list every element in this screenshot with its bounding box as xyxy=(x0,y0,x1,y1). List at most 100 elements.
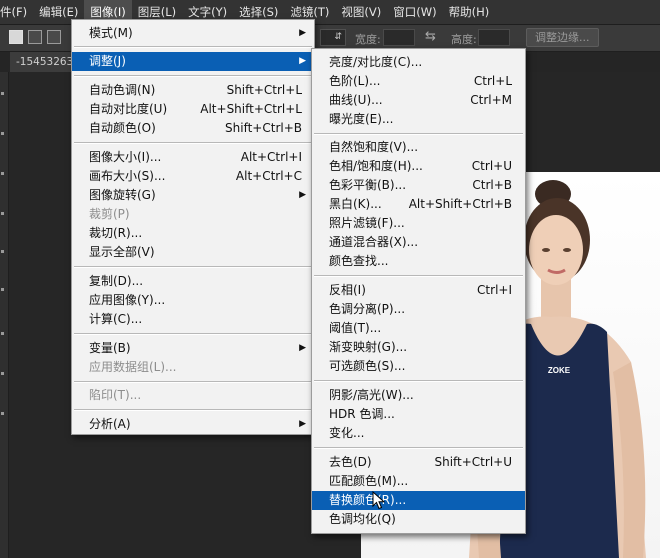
adjust-photo-filter[interactable]: 照片滤镜(F)... xyxy=(312,214,525,233)
menu-item-label: HDR 色调... xyxy=(329,407,395,421)
adjust-threshold[interactable]: 阈值(T)... xyxy=(312,319,525,338)
image-menu-apply-image[interactable]: 应用图像(Y)... xyxy=(72,291,314,310)
menu-item-label: 照片滤镜(F)... xyxy=(329,216,405,230)
adjustments-submenu: 亮度/对比度(C)... 色阶(L)... Ctrl+L 曲线(U)... Ct… xyxy=(311,48,526,534)
image-menu-adjustments[interactable]: 调整(J) ▶ xyxy=(72,52,314,71)
menu-item-label: 图像旋转(G) xyxy=(89,188,156,202)
separator xyxy=(314,133,523,135)
image-menu-mode[interactable]: 模式(M) ▶ xyxy=(72,24,314,43)
adjust-replace-color[interactable]: 替换颜色(R)... xyxy=(312,491,525,510)
menu-item-label: 色相/饱和度(H)... xyxy=(329,159,423,173)
shortcut: Shift+Ctrl+L xyxy=(226,83,302,97)
shortcut: Ctrl+B xyxy=(472,178,512,192)
image-menu-calculations[interactable]: 计算(C)... xyxy=(72,310,314,329)
adjust-color-lookup[interactable]: 颜色查找... xyxy=(312,252,525,271)
menu-item-label: 可选颜色(S)... xyxy=(329,359,406,373)
separator xyxy=(74,142,312,144)
document-tab[interactable]: -154532637 xyxy=(10,52,80,72)
adjust-levels[interactable]: 色阶(L)... Ctrl+L xyxy=(312,72,525,91)
adjust-desaturate[interactable]: 去色(D) Shift+Ctrl+U xyxy=(312,453,525,472)
new-selection-icon[interactable] xyxy=(9,30,23,44)
shortcut: Ctrl+U xyxy=(471,159,512,173)
add-selection-icon[interactable] xyxy=(28,30,42,44)
refine-edge-button[interactable]: 调整边缘... xyxy=(526,28,599,47)
adjust-channel-mixer[interactable]: 通道混合器(X)... xyxy=(312,233,525,252)
subtract-selection-icon[interactable] xyxy=(47,30,61,44)
menu-item-label: 图像大小(I)... xyxy=(89,150,162,164)
width-field[interactable] xyxy=(383,29,415,46)
image-menu-duplicate[interactable]: 复制(D)... xyxy=(72,272,314,291)
menu-item-label: 自动颜色(O) xyxy=(89,121,156,135)
width-label: 宽度: xyxy=(355,33,381,46)
menu-window[interactable]: 窗口(W) xyxy=(387,0,442,24)
height-field[interactable] xyxy=(478,29,510,46)
menu-item-label: 陷印(T)... xyxy=(89,388,142,402)
adjust-invert[interactable]: 反相(I) Ctrl+I xyxy=(312,281,525,300)
image-menu-analysis[interactable]: 分析(A) ▶ xyxy=(72,415,314,434)
image-menu-image-size[interactable]: 图像大小(I)... Alt+Ctrl+I xyxy=(72,148,314,167)
adjust-selective-color[interactable]: 可选颜色(S)... xyxy=(312,357,525,376)
menu-item-label: 亮度/对比度(C)... xyxy=(329,55,423,69)
image-menu-canvas-size[interactable]: 画布大小(S)... Alt+Ctrl+C xyxy=(72,167,314,186)
separator xyxy=(314,275,523,277)
image-menu-variables[interactable]: 变量(B) ▶ xyxy=(72,339,314,358)
menu-item-label: 阈值(T)... xyxy=(329,321,382,335)
adjust-brightness-contrast[interactable]: 亮度/对比度(C)... xyxy=(312,53,525,72)
adjust-match-color[interactable]: 匹配颜色(M)... xyxy=(312,472,525,491)
image-menu-auto-color[interactable]: 自动颜色(O) Shift+Ctrl+B xyxy=(72,119,314,138)
adjust-hue-saturation[interactable]: 色相/饱和度(H)... Ctrl+U xyxy=(312,157,525,176)
separator xyxy=(74,381,312,383)
image-menu-auto-contrast[interactable]: 自动对比度(U) Alt+Shift+Ctrl+L xyxy=(72,100,314,119)
image-menu-apply-data-set[interactable]: 应用数据组(L)... xyxy=(72,358,314,377)
adjust-color-balance[interactable]: 色彩平衡(B)... Ctrl+B xyxy=(312,176,525,195)
separator xyxy=(74,409,312,411)
menu-item-label: 渐变映射(G)... xyxy=(329,340,408,354)
shortcut: Shift+Ctrl+U xyxy=(434,455,512,469)
image-menu-trap[interactable]: 陷印(T)... xyxy=(72,386,314,405)
menu-view[interactable]: 视图(V) xyxy=(335,0,387,24)
menu-item-label: 反相(I) xyxy=(329,283,366,297)
adjust-vibrance[interactable]: 自然饱和度(V)... xyxy=(312,138,525,157)
adjust-variations[interactable]: 变化... xyxy=(312,424,525,443)
image-menu-trim[interactable]: 裁切(R)... xyxy=(72,224,314,243)
menu-item-label: 曝光度(E)... xyxy=(329,112,394,126)
menu-file[interactable]: 件(F) xyxy=(0,0,33,24)
adjust-posterize[interactable]: 色调分离(P)... xyxy=(312,300,525,319)
adjust-gradient-map[interactable]: 渐变映射(G)... xyxy=(312,338,525,357)
menu-item-label: 分析(A) xyxy=(89,417,131,431)
menu-item-label: 变化... xyxy=(329,426,365,440)
image-menu-auto-tone[interactable]: 自动色调(N) Shift+Ctrl+L xyxy=(72,81,314,100)
menu-item-label: 色阶(L)... xyxy=(329,74,381,88)
menu-item-label: 曲线(U)... xyxy=(329,93,383,107)
adjust-black-white[interactable]: 黑白(K)... Alt+Shift+Ctrl+B xyxy=(312,195,525,214)
menu-item-label: 显示全部(V) xyxy=(89,245,155,259)
adjust-exposure[interactable]: 曝光度(E)... xyxy=(312,110,525,129)
menu-item-label: 黑白(K)... xyxy=(329,197,382,211)
adjust-hdr-toning[interactable]: HDR 色调... xyxy=(312,405,525,424)
menu-item-label: 自动色调(N) xyxy=(89,83,156,97)
tools-panel xyxy=(0,72,9,558)
separator xyxy=(314,380,523,382)
menu-item-label: 应用数据组(L)... xyxy=(89,360,177,374)
image-menu-reveal-all[interactable]: 显示全部(V) xyxy=(72,243,314,262)
menu-item-label: 裁剪(P) xyxy=(89,207,130,221)
swimsuit-logo: ZOKE xyxy=(548,366,571,375)
adjust-shadows-highlights[interactable]: 阴影/高光(W)... xyxy=(312,386,525,405)
submenu-arrow-icon: ▶ xyxy=(299,28,306,38)
menu-item-label: 自动对比度(U) xyxy=(89,102,168,116)
image-menu: 模式(M) ▶ 调整(J) ▶ 自动色调(N) Shift+Ctrl+L 自动对… xyxy=(71,19,315,435)
image-menu-crop[interactable]: 裁剪(P) xyxy=(72,205,314,224)
menu-item-label: 裁切(R)... xyxy=(89,226,143,240)
menu-item-label: 去色(D) xyxy=(329,455,372,469)
menu-item-label: 画布大小(S)... xyxy=(89,169,166,183)
separator xyxy=(74,46,312,48)
adjust-curves[interactable]: 曲线(U)... Ctrl+M xyxy=(312,91,525,110)
image-menu-image-rotation[interactable]: 图像旋转(G) ▶ xyxy=(72,186,314,205)
shortcut: Alt+Ctrl+I xyxy=(240,150,302,164)
menu-help[interactable]: 帮助(H) xyxy=(443,0,496,24)
adjust-equalize[interactable]: 色调均化(Q) xyxy=(312,510,525,529)
swap-icon[interactable]: ⇆ xyxy=(425,29,436,44)
style-select[interactable]: ⇵ xyxy=(320,29,346,46)
separator xyxy=(74,333,312,335)
menu-item-label: 色彩平衡(B)... xyxy=(329,178,407,192)
